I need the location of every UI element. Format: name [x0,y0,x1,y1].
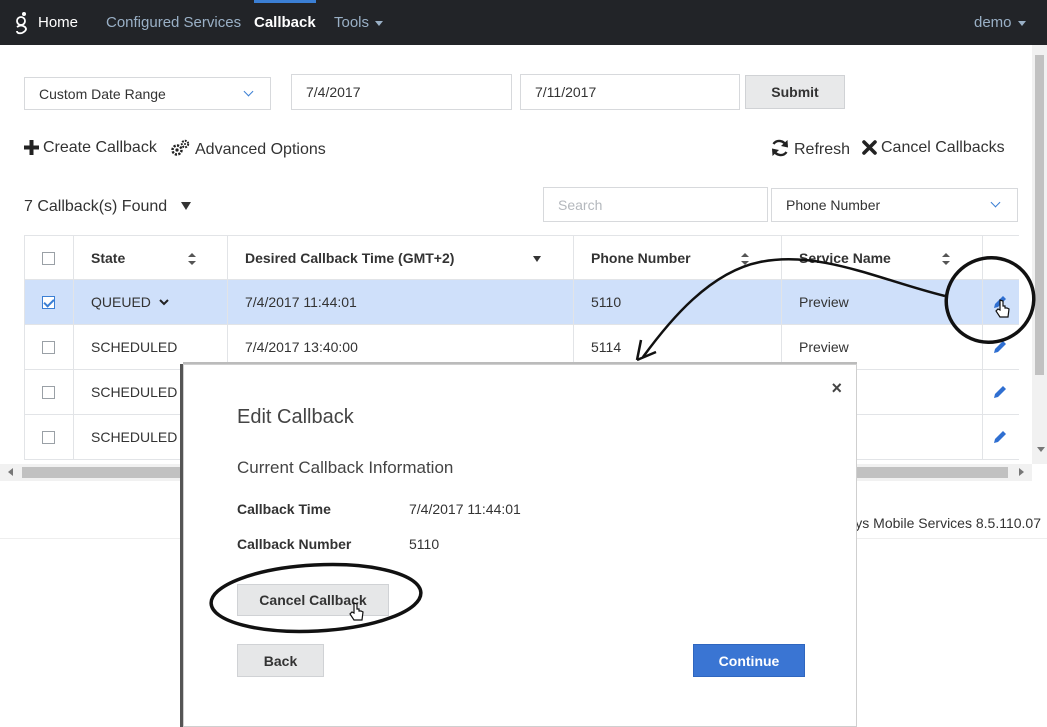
callback-number-label: Callback Number [237,536,352,552]
end-date-input[interactable] [520,74,740,110]
continue-button[interactable]: Continue [693,644,805,677]
table-row[interactable]: QUEUED 7/4/2017 11:44:01 5110 Preview [24,280,1019,325]
sort-icon[interactable] [741,253,749,265]
sort-icon[interactable] [188,253,196,265]
scrollbar-thumb[interactable] [1035,55,1044,375]
select-all-checkbox[interactable] [42,252,55,265]
row-phone-number: 5110 [591,294,622,310]
back-button[interactable]: Back [237,644,324,677]
advanced-options-button[interactable]: Advanced Options [169,139,326,159]
pencil-icon[interactable] [992,294,1008,310]
submit-button[interactable]: Submit [745,75,845,109]
chevron-down-icon [159,299,169,306]
header-state[interactable]: State [91,236,125,281]
results-count-label: 7 Callback(s) Found [24,198,168,215]
table-header-row: State Desired Callback Time (GMT+2) Phon… [24,235,1019,280]
header-service-name[interactable]: Service Name [799,236,891,281]
create-callback-label: Create Callback [43,139,157,156]
row-state: SCHEDULED [91,384,178,400]
start-date-input[interactable] [291,74,512,110]
close-icon [862,140,877,155]
search-field-select[interactable]: Phone Number [771,188,1018,222]
gears-icon [171,139,190,156]
column-divider [982,235,983,460]
triangle-down-icon [181,202,192,210]
dialog-subtitle: Current Callback Information [237,458,454,477]
plus-icon [24,140,39,155]
row-state: SCHEDULED [91,339,178,355]
row-checkbox[interactable] [42,431,55,444]
column-divider [73,235,74,460]
results-count-dropdown[interactable]: 7 Callback(s) Found [24,198,192,216]
cancel-callback-button[interactable]: Cancel Callback [237,584,389,616]
refresh-icon [772,139,788,157]
scroll-right-icon[interactable] [1019,468,1024,476]
edit-callback-dialog: × Edit Callback Current Callback Informa… [183,364,857,727]
row-state: QUEUED [91,294,151,310]
caret-down-icon [375,20,384,26]
row-checkbox[interactable] [42,341,55,354]
caret-down-icon [1017,20,1026,26]
scroll-down-icon[interactable] [1037,447,1045,452]
date-range-select[interactable]: Custom Date Range [24,77,271,110]
chevron-down-icon [990,197,1001,208]
nav-callback[interactable]: Callback [254,0,316,45]
refresh-label: Refresh [794,141,851,158]
search-input[interactable] [543,187,768,222]
genesys-logo-icon[interactable] [14,10,30,36]
date-range-value: Custom Date Range [39,85,166,102]
cancel-callbacks-button[interactable]: Cancel Callbacks [862,139,1005,157]
callback-time-value: 7/4/2017 11:44:01 [409,501,521,517]
row-state-dropdown[interactable]: QUEUED [91,280,169,325]
version-footer: sys Mobile Services 8.5.110.07 [848,515,1041,531]
search-field-value: Phone Number [786,197,881,213]
row-desired-time: 7/4/2017 11:44:01 [245,294,357,310]
pencil-icon[interactable] [992,339,1008,355]
nav-configured-services[interactable]: Configured Services [106,0,241,45]
dialog-title: Edit Callback [237,406,354,428]
user-name: demo [974,14,1012,31]
sort-desc-icon[interactable] [533,256,541,262]
create-callback-button[interactable]: Create Callback [24,139,157,157]
scroll-left-icon[interactable] [8,468,13,476]
vertical-scrollbar[interactable] [1032,45,1047,464]
nav-tools-menu[interactable]: Tools [334,0,384,45]
callback-number-value: 5110 [409,536,440,552]
sort-icon[interactable] [942,253,950,265]
chevron-down-icon [243,86,254,96]
cancel-callbacks-label: Cancel Callbacks [881,139,1005,156]
refresh-button[interactable]: Refresh [770,139,850,159]
nav-home[interactable]: Home [38,0,78,45]
header-phone-number[interactable]: Phone Number [591,236,691,281]
row-checkbox[interactable] [42,296,55,309]
row-checkbox[interactable] [42,386,55,399]
row-service-name: Preview [799,294,849,310]
header-desired-time[interactable]: Desired Callback Time (GMT+2) [245,236,454,281]
user-menu[interactable]: demo [974,0,1026,45]
top-navbar: Home Configured Services Callback Tools … [0,0,1047,45]
pencil-icon[interactable] [992,429,1008,445]
callback-time-label: Callback Time [237,501,331,517]
advanced-options-label: Advanced Options [195,141,326,158]
close-icon[interactable]: × [831,379,842,397]
nav-tools-label: Tools [334,14,370,31]
pencil-icon[interactable] [992,384,1008,400]
column-divider [24,235,25,460]
row-state: SCHEDULED [91,429,178,445]
